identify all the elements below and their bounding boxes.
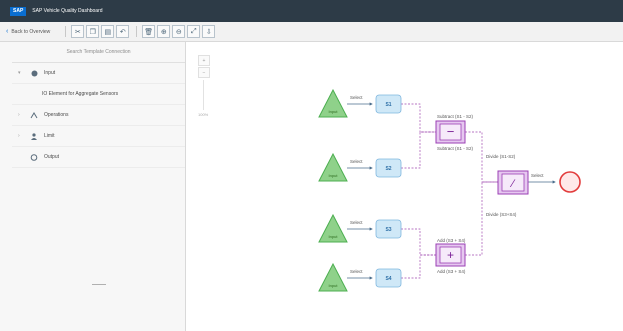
operator-bottom-label: Divide (S3+S4) (486, 212, 517, 217)
edge-label: Select (350, 220, 363, 225)
edge-label: Select (350, 95, 363, 100)
triangle-label: Input (329, 109, 339, 114)
sensor-box[interactable]: S4 (375, 268, 402, 288)
connector-s4-add (401, 254, 436, 279)
box-label: S3 (385, 227, 391, 233)
triangle-label: Input (329, 173, 339, 178)
box-label: S1 (385, 102, 391, 108)
input-triangle[interactable]: Input (318, 262, 348, 292)
add-operator[interactable]: Add (S3 + S4) + Add (S3 + S4) (435, 238, 466, 274)
divide-operator[interactable]: Divide (S1-S2) ∕ Divide (S3+S4) (486, 154, 529, 217)
sensor-box[interactable]: S2 (375, 158, 402, 178)
triangle-label: Input (329, 234, 339, 239)
connector-s1-subtract (401, 103, 436, 133)
input-triangle[interactable]: Input (318, 88, 348, 118)
connector-add-divide (465, 181, 498, 256)
connector-s2-subtract (401, 131, 436, 169)
minus-icon: − (447, 124, 455, 139)
operator-top-label: Subtract (S1 - S2) (437, 114, 474, 119)
operator-bottom-label: Add (S3 + S4) (437, 269, 466, 274)
box-label: S2 (385, 166, 391, 172)
flow-diagram: Select Select Select Select Select Input… (318, 88, 581, 292)
box-label: S4 (385, 276, 391, 282)
plus-icon: + (447, 248, 454, 262)
input-triangle[interactable]: Input (318, 152, 348, 182)
sensor-box[interactable]: S3 (375, 219, 402, 239)
operator-top-label: Add (S3 + S4) (437, 238, 466, 243)
operator-top-label: Divide (S1-S2) (486, 154, 516, 159)
end-event-icon[interactable] (559, 171, 581, 193)
triangle-label: Input (329, 283, 339, 288)
connector-s3-add (401, 228, 436, 256)
subtract-operator[interactable]: Subtract (S1 - S2) − Subtract (S1 - S2) (435, 114, 474, 151)
input-triangle[interactable]: Input (318, 213, 348, 243)
operator-bottom-label: Subtract (S1 - S2) (437, 146, 474, 151)
edge-label: Select (531, 173, 544, 178)
edge-label: Select (350, 159, 363, 164)
edge-label: Select (350, 269, 363, 274)
sensor-box[interactable]: S1 (375, 94, 402, 114)
